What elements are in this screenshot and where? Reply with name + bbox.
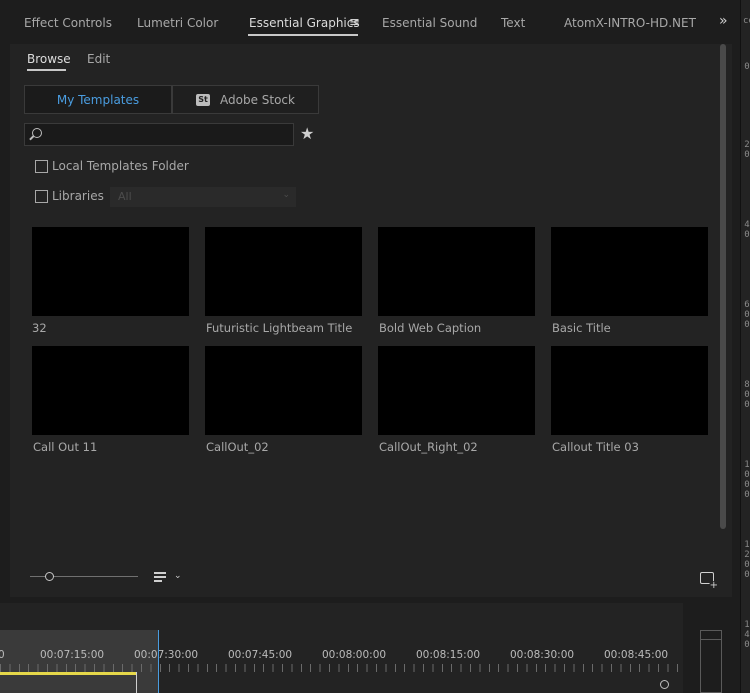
ruler-label: 2 <box>744 140 750 150</box>
ruler-label: 4 <box>744 220 750 230</box>
timecode-label: 00:08:30:00 <box>510 649 575 661</box>
work-area-end-marker[interactable] <box>136 672 137 693</box>
ruler-label: 0 <box>744 400 750 410</box>
template-thumbnail[interactable] <box>378 227 535 316</box>
ruler-label: 0 <box>744 640 750 650</box>
adobe-stock-icon: St <box>196 93 210 106</box>
ruler-label: 0 <box>744 480 750 490</box>
adobe-stock-label: Adobe Stock <box>220 92 295 107</box>
search-input[interactable] <box>24 123 294 146</box>
tab-effect-controls[interactable]: Effect Controls <box>24 16 112 30</box>
timecode-label: 00:07:45:00 <box>228 649 293 661</box>
template-thumbnail[interactable] <box>551 227 708 316</box>
template-label[interactable]: CallOut_02 <box>206 440 269 454</box>
subtab-edit[interactable]: Edit <box>87 52 110 66</box>
template-label[interactable]: 32 <box>32 321 47 335</box>
timecode-label: 0 <box>0 649 5 661</box>
ruler-label: 8 <box>744 380 750 390</box>
ruler-label: 0 <box>744 390 750 400</box>
libraries-select[interactable]: All ⌄ <box>110 187 296 207</box>
ruler-label: 4 <box>744 630 750 640</box>
timecode-label: 00:08:15:00 <box>416 649 481 661</box>
libraries-label: Libraries <box>52 189 104 203</box>
template-label[interactable]: CallOut_Right_02 <box>379 440 478 454</box>
scrollbar-thumb[interactable] <box>720 44 726 529</box>
ruler-label: 0 <box>744 310 750 320</box>
libraries-checkbox[interactable] <box>35 190 48 203</box>
ruler-label: 2 <box>744 550 750 560</box>
chevron-down-icon[interactable]: ⌄ <box>174 571 182 581</box>
tab-essential-sound[interactable]: Essential Sound <box>382 16 477 30</box>
template-thumbnail[interactable] <box>32 227 189 316</box>
ruler-label: 0 <box>744 230 750 240</box>
list-view-icon[interactable] <box>154 572 166 582</box>
audio-meter-box <box>700 630 722 693</box>
panel-menu-icon[interactable]: ≡ <box>349 15 360 30</box>
favorites-star-icon[interactable]: ★ <box>300 124 314 143</box>
time-ruler[interactable] <box>0 664 683 672</box>
active-tab-indicator <box>248 34 358 36</box>
template-thumbnail[interactable] <box>205 227 362 316</box>
tab-text[interactable]: Text <box>501 16 525 30</box>
search-icon <box>32 128 42 138</box>
libraries-select-value: All <box>118 190 132 203</box>
ruler-label: 1 <box>744 540 750 550</box>
ruler-label: 6 <box>744 300 750 310</box>
active-subtab-indicator <box>27 69 66 71</box>
more-tabs-icon[interactable]: » <box>719 13 727 29</box>
template-label[interactable]: Call Out 11 <box>33 440 97 454</box>
template-thumbnail[interactable] <box>205 346 362 435</box>
right-panel-edge: ce 0 2 0 4 0 6 0 0 8 0 0 1 0 0 0 1 2 0 0… <box>740 0 750 693</box>
template-label[interactable]: Futuristic Lightbeam Title <box>206 321 352 335</box>
local-templates-label: Local Templates Folder <box>52 159 189 173</box>
timecode-label: 00:08:45:00 <box>604 649 669 661</box>
tab-lumetri-color[interactable]: Lumetri Color <box>137 16 218 30</box>
tab-atomx-intro[interactable]: AtomX-INTRO-HD.NET <box>564 16 696 30</box>
ruler-label: 0 <box>744 150 750 160</box>
adobe-stock-button[interactable]: St Adobe Stock <box>172 85 319 114</box>
template-label[interactable]: Bold Web Caption <box>379 321 481 335</box>
timeline-in-range <box>0 630 158 693</box>
ruler-label: 1 <box>744 620 750 630</box>
template-thumbnail[interactable] <box>551 346 708 435</box>
timeline-panel: 0 00:07:15:00 00:07:30:00 00:07:45:00 00… <box>0 603 683 693</box>
ruler-label: 0 <box>744 570 750 580</box>
ruler-label: 1 <box>744 460 750 470</box>
my-templates-label: My Templates <box>56 92 140 107</box>
new-item-icon[interactable] <box>700 572 719 590</box>
ruler-label: 0 <box>744 490 750 500</box>
timecode-label: 00:08:00:00 <box>322 649 387 661</box>
ruler-label: 0 <box>744 560 750 570</box>
essential-graphics-panel: Browse Edit My Templates St Adobe Stock … <box>10 44 732 597</box>
timecode-label: 00:07:15:00 <box>40 649 105 661</box>
slider-handle[interactable] <box>45 572 54 581</box>
template-thumbnail[interactable] <box>378 346 535 435</box>
my-templates-button[interactable]: My Templates <box>24 85 172 114</box>
work-area-bar[interactable] <box>0 672 136 675</box>
zoom-handle[interactable] <box>660 680 669 689</box>
local-templates-checkbox[interactable] <box>35 160 48 173</box>
ruler-label: ce <box>743 16 750 26</box>
timecode-label: 00:07:30:00 <box>134 649 199 661</box>
template-thumbnail[interactable] <box>32 346 189 435</box>
chevron-down-icon: ⌄ <box>282 190 290 200</box>
playhead[interactable] <box>158 630 159 693</box>
audio-meter <box>686 603 740 693</box>
tab-essential-graphics[interactable]: Essential Graphics <box>249 16 360 30</box>
panel-tab-bar: Effect Controls Lumetri Color Essential … <box>0 0 740 44</box>
template-label[interactable]: Callout Title 03 <box>552 440 639 454</box>
ruler-label: 0 <box>744 470 750 480</box>
ruler-label: 0 <box>744 320 750 330</box>
ruler-label: 0 <box>744 62 750 72</box>
template-label[interactable]: Basic Title <box>552 321 611 335</box>
subtab-browse[interactable]: Browse <box>27 52 71 66</box>
